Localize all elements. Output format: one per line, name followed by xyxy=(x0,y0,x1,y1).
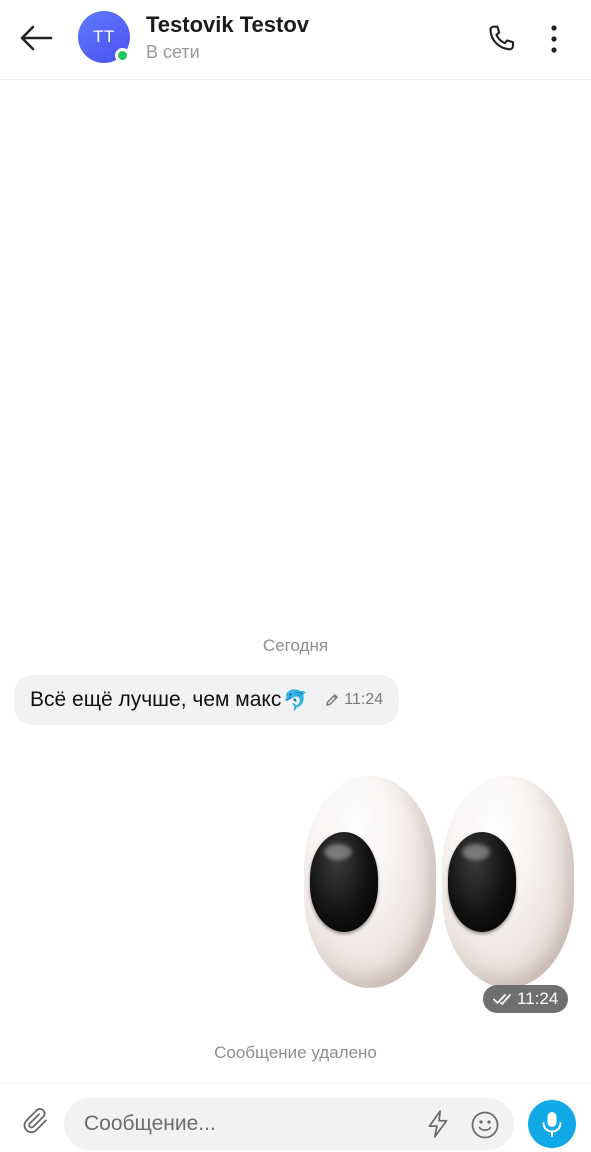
voice-message-button[interactable] xyxy=(528,1100,576,1148)
attach-button[interactable] xyxy=(18,1103,54,1139)
paperclip-icon xyxy=(23,1108,47,1134)
lightning-icon xyxy=(428,1110,448,1138)
smiley-icon xyxy=(471,1111,499,1139)
sticker-time-badge: 11:24 xyxy=(483,985,569,1013)
avatar-initials: TT xyxy=(93,27,115,46)
eyes-sticker[interactable] xyxy=(300,776,580,996)
message-composer xyxy=(0,1083,591,1152)
message-input[interactable] xyxy=(84,1098,404,1150)
message-meta: 11:24 xyxy=(324,691,383,709)
microphone-icon xyxy=(542,1112,562,1137)
back-button[interactable] xyxy=(14,20,58,56)
call-button[interactable] xyxy=(482,20,520,58)
message-text: Всё ещё лучше, чем макс xyxy=(30,688,282,711)
date-separator: Сегодня xyxy=(262,636,329,655)
pencil-icon xyxy=(326,694,338,706)
phone-icon xyxy=(489,25,515,51)
message-input-wrapper xyxy=(64,1098,514,1150)
dolphin-emoji: 🐬 xyxy=(283,689,309,712)
eye-left xyxy=(304,776,436,988)
incoming-message[interactable]: Всё ещё лучше, чем макс 🐬 11:24 xyxy=(14,675,400,725)
sticker-time: 11:24 xyxy=(517,989,559,1008)
eye-right xyxy=(442,776,574,988)
contact-status: В сети xyxy=(146,42,200,62)
arrow-left-icon xyxy=(20,25,53,51)
chat-header: TT Testovik Testov В сети xyxy=(0,0,591,80)
emoji-button[interactable] xyxy=(468,1108,502,1142)
deleted-message-notice: Сообщение удалено xyxy=(214,1043,377,1062)
message-time: 11:24 xyxy=(344,691,384,708)
more-menu-button[interactable] xyxy=(540,20,568,58)
more-vertical-icon xyxy=(551,25,557,53)
contact-name[interactable]: Testovik Testov xyxy=(146,12,309,38)
chat-messages[interactable]: Сегодня Всё ещё лучше, чем макс 🐬 11:24 … xyxy=(0,81,591,1083)
double-check-icon xyxy=(493,994,511,1005)
online-indicator xyxy=(115,48,130,63)
quick-actions-button[interactable] xyxy=(422,1108,454,1140)
